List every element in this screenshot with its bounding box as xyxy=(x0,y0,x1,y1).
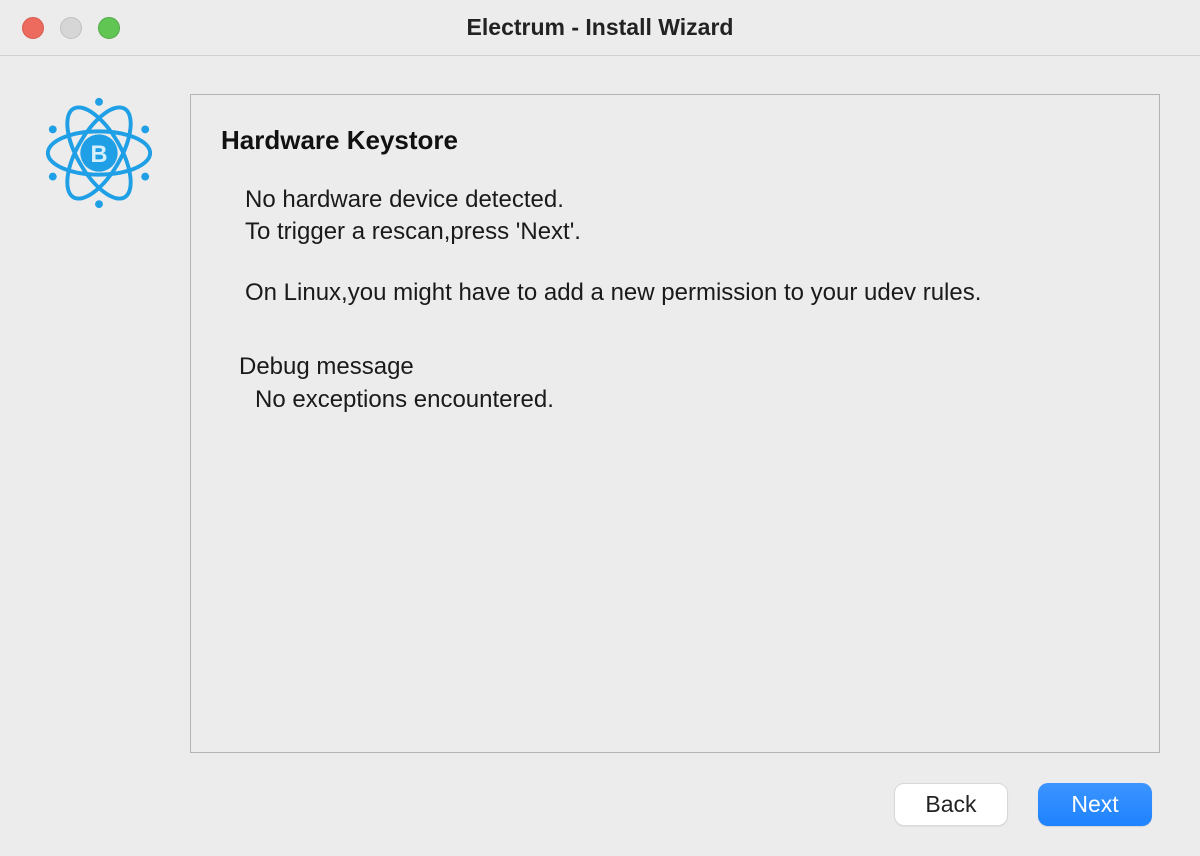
close-icon[interactable] xyxy=(22,17,44,39)
message-line: To trigger a rescan,press 'Next'. xyxy=(245,216,1129,248)
debug-message: No exceptions encountered. xyxy=(245,384,1129,416)
panel-heading: Hardware Keystore xyxy=(221,125,1129,156)
wizard-footer: Back Next xyxy=(40,753,1160,826)
maximize-icon[interactable] xyxy=(98,17,120,39)
window-controls xyxy=(22,17,120,39)
electrum-logo-icon: B xyxy=(40,94,158,212)
wizard-panel: Hardware Keystore No hardware device det… xyxy=(190,94,1160,753)
window-title: Electrum - Install Wizard xyxy=(0,14,1200,41)
message-line: On Linux,you might have to add a new per… xyxy=(245,277,1129,309)
message-line: No hardware device detected. xyxy=(245,184,1129,216)
install-wizard-window: Electrum - Install Wizard B xyxy=(0,0,1200,856)
main-row: B Hardware Keystore No hardware device d… xyxy=(40,94,1160,753)
debug-label: Debug message xyxy=(239,351,1129,383)
svg-text:B: B xyxy=(90,142,107,168)
panel-body: No hardware device detected. To trigger … xyxy=(221,184,1129,416)
titlebar: Electrum - Install Wizard xyxy=(0,0,1200,56)
logo-column: B xyxy=(40,94,160,753)
minimize-icon[interactable] xyxy=(60,17,82,39)
content-area: B Hardware Keystore No hardware device d… xyxy=(0,56,1200,856)
back-button[interactable]: Back xyxy=(894,783,1008,826)
next-button[interactable]: Next xyxy=(1038,783,1152,826)
